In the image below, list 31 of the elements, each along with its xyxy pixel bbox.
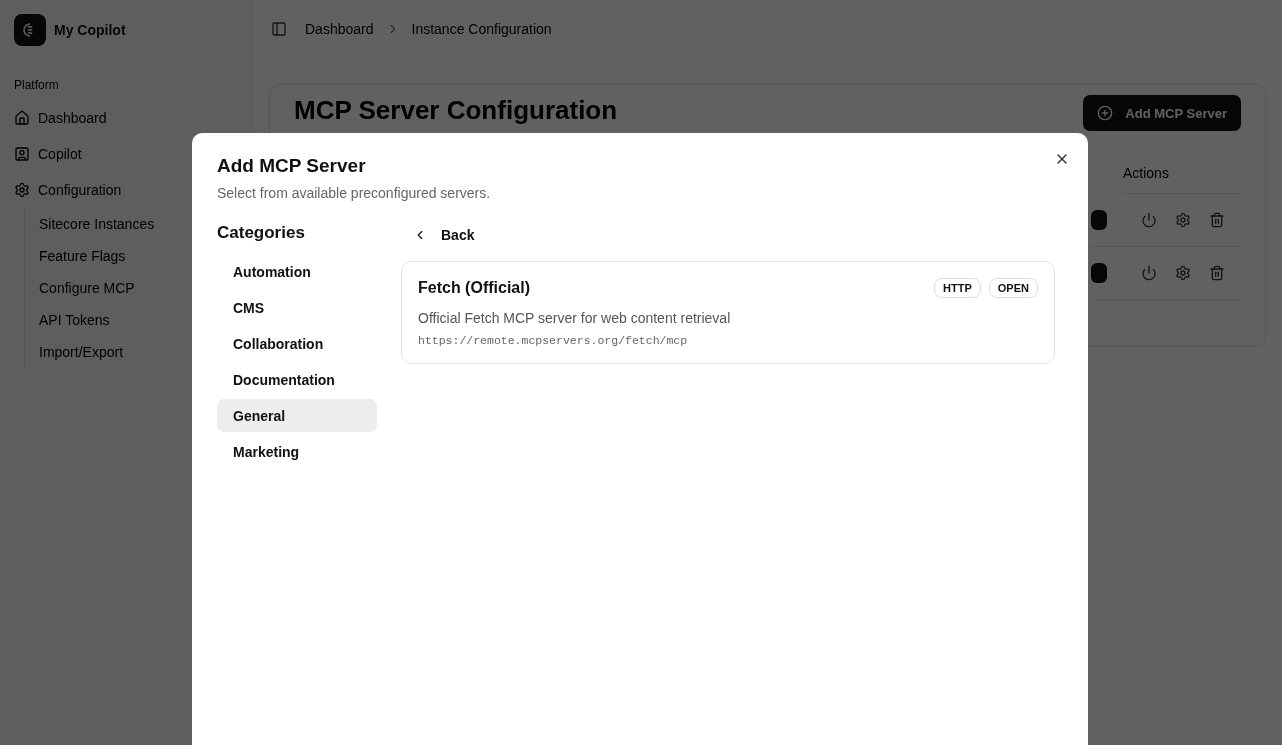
server-description: Official Fetch MCP server for web content retrieval (418, 310, 732, 326)
add-server-button[interactable]: Add MCP Server (1083, 95, 1241, 131)
power-icon[interactable] (1141, 212, 1157, 228)
user-square-icon (14, 146, 30, 162)
tag: OPEN (988, 278, 1038, 298)
server-card[interactable]: Fetch (Official) HTTP OPEN Official Fetch MCP server for web content retrieval https://remote.mcpservers.org/fetch/mcp (401, 261, 1055, 364)
section-label: Platform (14, 78, 60, 92)
server-name: Fetch (Official) (418, 279, 530, 297)
column-header: Actions (1123, 165, 1241, 194)
plus-circle-icon (1097, 105, 1114, 121)
back-button[interactable]: Back (401, 223, 475, 247)
server-url: https://remote.mcpservers.org/fetch/mcp (418, 334, 689, 347)
trash-icon[interactable] (1209, 212, 1225, 228)
app-name: My Copilot (54, 22, 126, 38)
category-item[interactable]: General (217, 399, 377, 432)
dialog-title: Add MCP Server (217, 155, 367, 177)
settings-icon (14, 182, 30, 198)
power-icon[interactable] (1141, 265, 1157, 281)
breadcrumb-link[interactable]: Dashboard (305, 21, 374, 37)
settings-icon[interactable] (1175, 212, 1191, 228)
trash-icon[interactable] (1209, 265, 1225, 281)
app-logo (14, 14, 46, 46)
categories-heading: Categories (217, 223, 306, 243)
sidebar-item[interactable]: Dashboard (14, 100, 238, 136)
page-title: MCP Server Configuration (294, 95, 618, 126)
tag: HTTP (934, 278, 981, 298)
settings-icon[interactable] (1175, 265, 1191, 281)
sidebar-toggle-icon[interactable] (271, 21, 287, 37)
dialog-description: Select from available preconfigured servers. (217, 185, 492, 201)
breadcrumb-link[interactable]: Instance Configuration (411, 21, 552, 37)
home-icon (14, 110, 30, 126)
